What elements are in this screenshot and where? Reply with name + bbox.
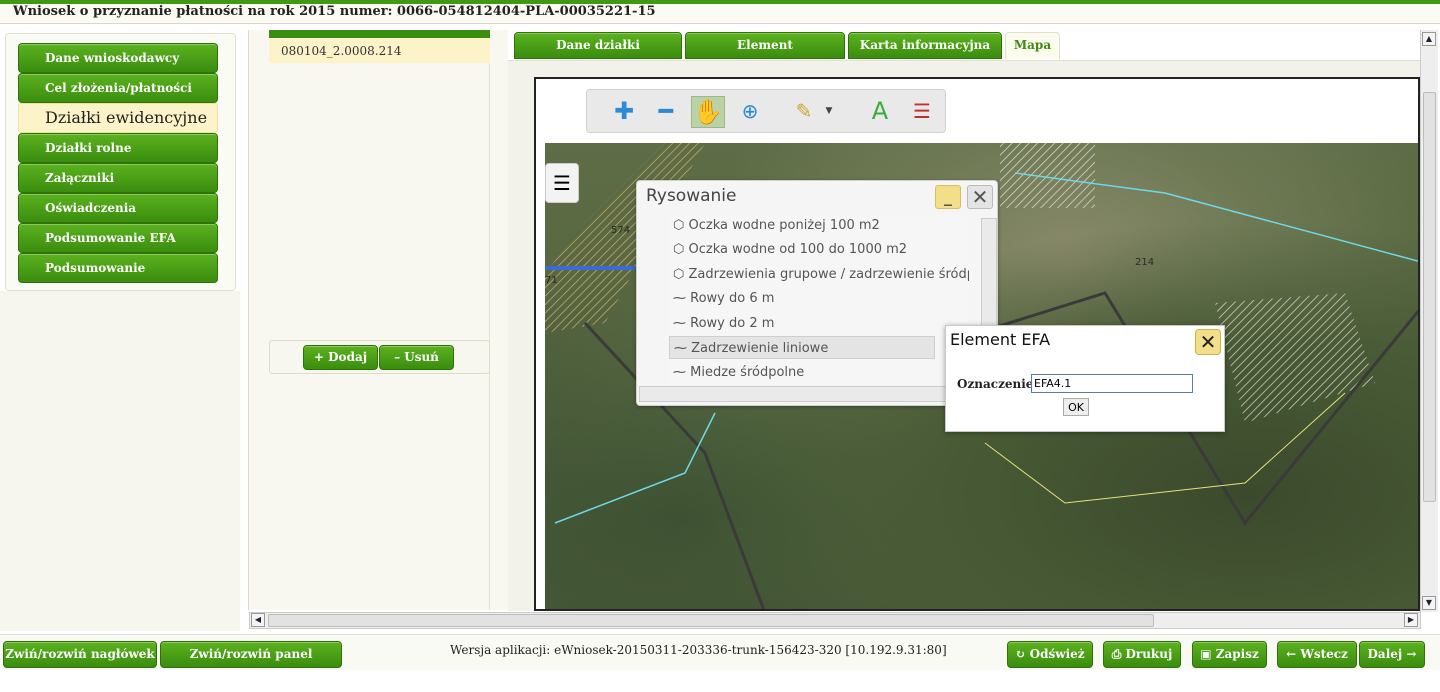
remove-parcel-button[interactable]: – Usuń — [379, 345, 454, 370]
draw-tools-icon[interactable]: ✎ — [787, 96, 821, 128]
scroll-right-icon[interactable]: ▶ — [1404, 613, 1418, 627]
drawing-item-rowy-6m[interactable]: ⁓ Rowy do 6 m — [669, 287, 967, 310]
polygon-icon: ⬡ — [673, 242, 689, 257]
watercourse-line-west — [554, 412, 716, 524]
drawing-panel: Rysowanie _ ✕ ⬡ Oczka wodne poniżej 100 … — [636, 180, 998, 406]
refresh-button[interactable]: ↻ Odśwież — [1007, 641, 1093, 668]
map-toolbar: ✚ ━ ✋ ⊕ ✎ ▼ A ☰ — [586, 89, 946, 133]
nav-item-zalaczniki[interactable]: Załączniki — [18, 163, 218, 193]
close-icon[interactable]: ✕ — [967, 185, 993, 209]
drawing-list-horizontal-scrollbar[interactable] — [639, 386, 984, 402]
save-button[interactable]: ▣ Zapisz — [1192, 641, 1267, 668]
scroll-left-icon[interactable]: ◀ — [251, 613, 265, 627]
chevron-down-icon[interactable]: ▼ — [822, 96, 836, 128]
nav-item-oswiadczenia[interactable]: Oświadczenia — [18, 193, 218, 223]
parcel-list: 080104_2.0008.214 + Dodaj – Usuń — [269, 30, 490, 610]
drawing-item-rowy-2m[interactable]: ⁓ Rowy do 2 m — [669, 312, 967, 335]
efa-area-east — [1215, 293, 1375, 423]
drawing-item-miedze[interactable]: ⁓ Miedze śródpolne — [669, 361, 967, 384]
efa-dialog-title: Element EFA — [950, 330, 1051, 349]
designation-label: Oznaczenie* — [957, 377, 1040, 391]
drawing-panel-title: Rysowanie — [646, 186, 737, 206]
next-button[interactable]: Dalej → — [1359, 641, 1425, 668]
vertical-scroll-thumb[interactable] — [1423, 92, 1436, 502]
text-label-icon[interactable]: A — [863, 96, 897, 128]
scroll-up-icon[interactable]: ▲ — [1422, 32, 1436, 46]
parcel-label-574: 574 — [611, 225, 630, 236]
scroll-down-icon[interactable]: ▼ — [1422, 596, 1436, 610]
layers-icon[interactable]: ☰ — [545, 163, 579, 203]
horizontal-scroll-thumb[interactable] — [268, 614, 1154, 627]
navigation-panel: Dane wnioskodawcy Cel złożenia/płatności… — [5, 33, 236, 291]
efa-area-north — [1000, 143, 1095, 208]
nav-item-dzialki-rolne[interactable]: Działki rolne — [18, 133, 218, 163]
drawing-item-zadrzewienia-grupowe[interactable]: ⬡ Zadrzewienia grupowe / zadrzewienie śr… — [669, 263, 969, 286]
line-icon: ⁓ — [673, 316, 691, 331]
tab-karta-informacyjna[interactable]: Karta informacyjna EFA — [848, 32, 1002, 77]
polygon-icon: ⬡ — [673, 218, 689, 233]
content-horizontal-scrollbar[interactable]: ◀ ▶ — [249, 612, 1421, 629]
line-icon: ⁓ — [673, 291, 691, 306]
zoom-out-icon[interactable]: ━ — [649, 96, 683, 128]
parcel-label-214: 214 — [1135, 257, 1154, 268]
drawing-item-oczka-100[interactable]: ⬡ Oczka wodne poniżej 100 m2 — [669, 214, 967, 237]
zoom-in-icon[interactable]: ✚ — [607, 96, 641, 128]
app-version-text: Wersja aplikacji: eWniosek-20150311-2033… — [450, 643, 947, 657]
close-icon[interactable]: ✕ — [1195, 329, 1221, 355]
parcel-button-bar: + Dodaj – Usuń — [269, 340, 490, 374]
line-icon: ⁓ — [673, 365, 691, 380]
drawing-layer-list: ⬡ Oczka wodne poniżej 100 m2 ⬡ Oczka wod… — [669, 214, 969, 384]
add-parcel-button[interactable]: + Dodaj — [303, 345, 378, 370]
parcel-row-selected[interactable]: 080104_2.0008.214 — [269, 38, 490, 63]
parcel-label-71: 71 — [545, 275, 558, 286]
nav-item-podsumowanie-efa[interactable]: Podsumowanie EFA — [18, 223, 218, 253]
back-button[interactable]: ← Wstecz — [1277, 641, 1357, 668]
nav-item-cel-zlozenia[interactable]: Cel złożenia/płatności — [18, 73, 218, 103]
polygon-icon: ⬡ — [673, 267, 689, 282]
drawing-item-oczka-100-1000[interactable]: ⬡ Oczka wodne od 100 do 1000 m2 — [669, 238, 967, 261]
zoom-box-icon[interactable]: ⊕ — [733, 96, 767, 128]
toggle-nav-panel-button[interactable]: Zwiń/rozwiń panel nawigacji — [160, 641, 342, 686]
nav-item-dzialki-ewidencyjne[interactable]: Działki ewidencyjne — [18, 103, 218, 133]
line-icon: ⁓ — [674, 341, 692, 356]
minimize-icon[interactable]: _ — [935, 185, 961, 209]
content-vertical-scrollbar[interactable]: ▲ ▼ — [1420, 30, 1438, 612]
pan-hand-icon[interactable]: ✋ — [691, 96, 725, 128]
tab-dane-dzialki[interactable]: Dane działki ewidencyjnej — [514, 32, 682, 77]
ok-button[interactable]: OK — [1063, 398, 1089, 416]
drawing-item-zadrzewienie-liniowe[interactable]: ⁓ Zadrzewienie liniowe — [669, 336, 935, 359]
nav-item-podsumowanie[interactable]: Podsumowanie — [18, 253, 218, 283]
page-header: Wniosek o przyznanie płatności na rok 20… — [0, 4, 1440, 24]
tab-mapa[interactable]: Mapa — [1005, 32, 1060, 59]
nav-item-dane-wnioskodawcy[interactable]: Dane wnioskodawcy — [18, 43, 218, 73]
left-panel-background — [0, 291, 240, 631]
application-title: Wniosek o przyznanie płatności na rok 20… — [13, 4, 656, 19]
print-button[interactable]: ⎙ Drukuj — [1103, 641, 1181, 668]
parcel-list-header — [269, 30, 490, 38]
legend-icon[interactable]: ☰ — [905, 96, 939, 128]
footer-bar: Zwiń/rozwiń nagłówek Zwiń/rozwiń panel n… — [0, 634, 1440, 686]
tab-element-proekologiczny[interactable]: Element proekologiczny — [685, 32, 845, 77]
toggle-header-button[interactable]: Zwiń/rozwiń nagłówek — [3, 641, 157, 668]
parcel-list-column: 080104_2.0008.214 + Dodaj – Usuń — [248, 30, 508, 610]
efa-element-dialog: Element EFA ✕ Oznaczenie* OK — [945, 325, 1225, 432]
designation-input[interactable] — [1031, 374, 1193, 393]
parcel-tabs: Dane działki ewidencyjnej Element proeko… — [512, 30, 1420, 77]
